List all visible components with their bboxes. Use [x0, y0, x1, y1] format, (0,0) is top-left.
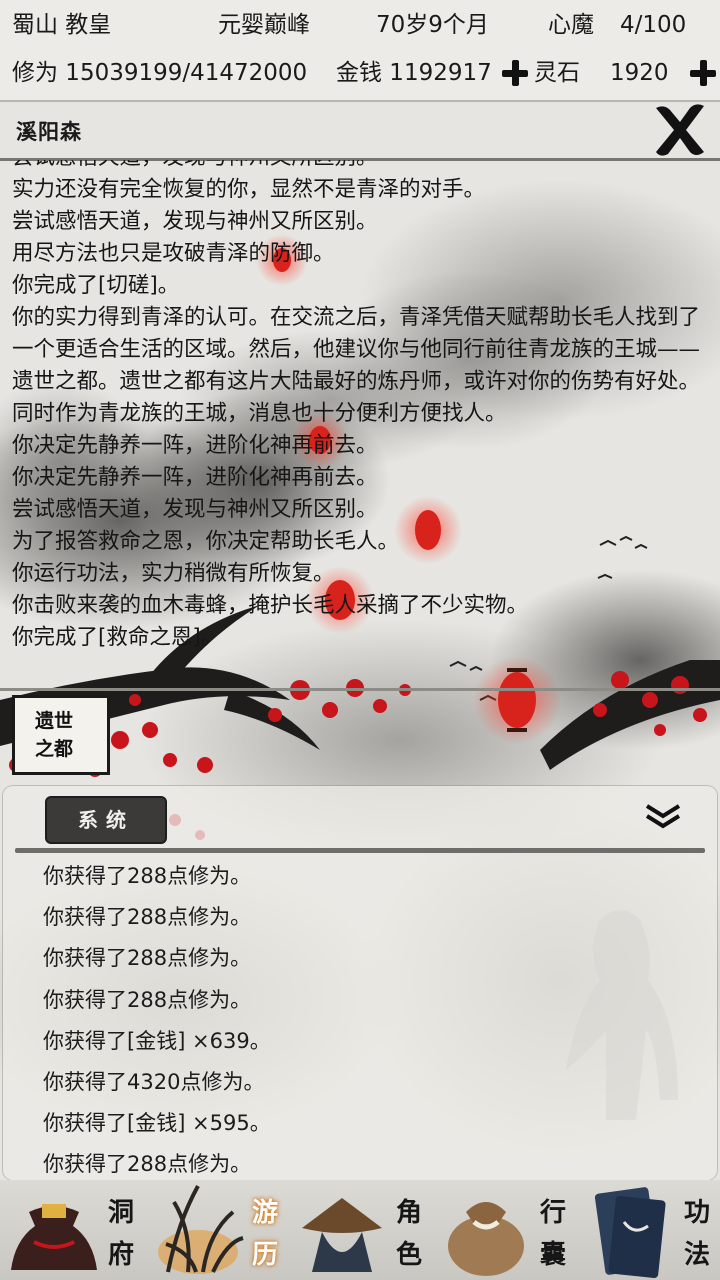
grass-icon [158, 1185, 244, 1274]
realm-level: 元婴巅峰 [218, 12, 310, 38]
system-message-panel: 系统 你获得了288点修为。 你获得了288点修为。 你获得了288点修为。 你获得了… [3, 786, 717, 1180]
add-money-icon[interactable] [502, 60, 528, 86]
story-line: 你决定先静养一阵，进阶化神再前去。 [12, 433, 378, 458]
cultivation-progress: 修为 15039199/41472000 [12, 60, 308, 86]
nav-label-char-2: 色 [395, 1240, 422, 1270]
add-spirit-stone-icon[interactable] [690, 60, 716, 86]
straw-hat-icon [302, 1198, 382, 1272]
story-line: 你决定先静养一阵，进阶化神再前去。 [12, 465, 378, 490]
collapse-chevron-icon[interactable] [643, 800, 683, 832]
bottom-navigation: 洞府游历角色行囊功法 [0, 1180, 720, 1280]
nav-item-4[interactable]: 行囊 [432, 1180, 576, 1280]
system-message: 你获得了[金钱] ×595。 [43, 1111, 271, 1136]
status-bar: 蜀山 教皇 元婴巅峰 70岁9个月 心魔 4/100 修为 15039199/4… [0, 0, 720, 102]
story-line: 尝试感悟天道，发现与神州又所区别。 [12, 497, 378, 522]
close-icon[interactable] [650, 100, 710, 160]
system-message: 你获得了288点修为。 [43, 987, 252, 1012]
system-message: 你获得了[金钱] ×639。 [43, 1028, 271, 1053]
nav-item-2[interactable]: 游历 [144, 1180, 288, 1280]
spirit-stone-value: 1920 [610, 60, 669, 86]
story-line: 你完成了[救命之恩]。 [12, 625, 223, 650]
system-message: 你获得了288点修为。 [43, 864, 252, 888]
story-line: 尝试感悟天道，发现与神州又所区别。 [12, 160, 702, 174]
nav-label-char-1: 功 [683, 1198, 710, 1228]
system-divider [15, 848, 705, 853]
location-title: 溪阳森 [16, 120, 82, 144]
nav-label-char-2: 府 [107, 1240, 134, 1270]
story-line: 用尽方法也只是攻破青泽的防御。 [12, 241, 335, 266]
nav-label-char-1: 角 [395, 1198, 422, 1228]
story-line: 尝试感悟天道，发现与神州又所区别。 [12, 209, 378, 234]
system-message: 你获得了288点修为。 [43, 905, 252, 930]
nav-label-char-2: 法 [683, 1240, 710, 1270]
demon-label: 心魔 [548, 12, 594, 38]
system-tab[interactable]: 系统 [45, 796, 167, 844]
nav-label-char-2: 历 [251, 1240, 278, 1270]
story-divider [0, 688, 720, 691]
nav-item-3[interactable]: 角色 [288, 1180, 432, 1280]
destination-line-1: 遗世 [35, 710, 74, 732]
scroll-book-icon [594, 1187, 666, 1278]
location-bar: 溪阳森 [0, 102, 720, 161]
money-value: 金钱 1192917 [336, 60, 492, 86]
sect-title: 蜀山 教皇 [12, 12, 112, 38]
spirit-stone-label: 灵石 [534, 60, 580, 86]
demon-value: 4/100 [620, 12, 687, 38]
nav-item-5[interactable]: 功法 [576, 1180, 720, 1280]
system-message: 你获得了288点修为。 [43, 946, 252, 971]
story-log[interactable]: 尝试感悟天道，发现与神州又所区别。实力还没有完全恢复的你，显然不是青泽的对手。尝… [0, 160, 720, 688]
nav-item-1[interactable]: 洞府 [0, 1180, 144, 1280]
story-line: 你完成了[切磋]。 [12, 273, 180, 298]
bundle-icon [448, 1202, 524, 1276]
nav-label-char-1: 洞 [107, 1198, 134, 1228]
story-line: 你击败来袭的血木毒蜂，掩护长毛人采摘了不少实物。 [12, 593, 529, 618]
system-message: 你获得了4320点修为。 [43, 1069, 265, 1094]
nav-label-char-1: 行 [539, 1198, 566, 1228]
money-bag-icon [11, 1204, 97, 1270]
nav-label-char-2: 囊 [539, 1240, 566, 1270]
destination-stamp-button[interactable]: 遗世 之都 [12, 695, 110, 775]
story-line: 你的实力得到青泽的认可。在交流之后，青泽凭借天赋帮助长毛人找到了一个更适合生活的… [12, 305, 701, 426]
nav-label-char-1: 游 [251, 1198, 278, 1228]
age-value: 70岁9个月 [376, 12, 489, 38]
system-message-list: 你获得了288点修为。 你获得了288点修为。 你获得了288点修为。 你获得了288… [43, 856, 683, 1186]
destination-line-2: 之都 [35, 738, 74, 760]
story-line: 实力还没有完全恢复的你，显然不是青泽的对手。 [12, 177, 486, 202]
story-line: 为了报答救命之恩，你决定帮助长毛人。 [12, 529, 400, 554]
story-line: 你运行功法，实力稍微有所恢复。 [12, 561, 335, 586]
